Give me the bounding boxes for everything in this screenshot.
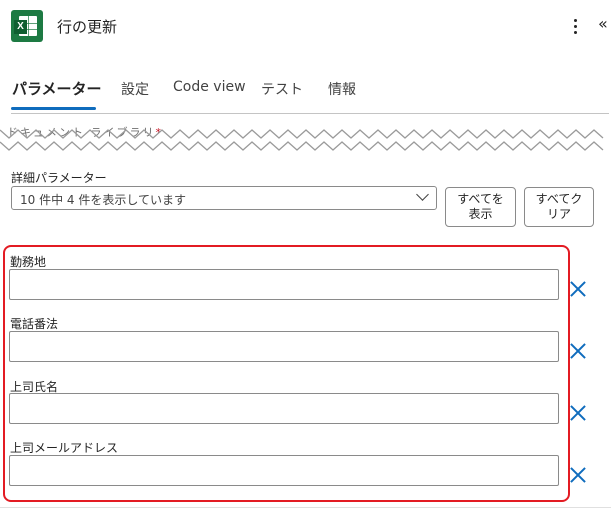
excel-letter: X	[14, 20, 27, 34]
phone-input[interactable]	[9, 331, 559, 362]
tab-test[interactable]: テスト	[261, 79, 303, 99]
clear-all-button[interactable]: すべてク リア	[524, 187, 594, 227]
work-location-input[interactable]	[9, 269, 559, 300]
tabs-divider	[11, 113, 609, 114]
advanced-parameters-label: 詳細パラメーター	[11, 171, 107, 185]
excel-icon: X	[11, 10, 43, 42]
active-tab-indicator	[11, 107, 96, 110]
tab-code-view[interactable]: Code view	[173, 79, 246, 95]
close-icon[interactable]	[570, 467, 586, 483]
tab-info[interactable]: 情報	[328, 79, 356, 99]
action-title: 行の更新	[57, 18, 118, 36]
chevron-down-icon	[416, 188, 429, 201]
tab-bar: パラメーター 設定 Code view テスト 情報	[0, 75, 611, 111]
torn-edge-divider	[0, 129, 604, 151]
double-chevron-icon[interactable]: «	[598, 14, 608, 33]
advanced-parameters-dropdown[interactable]: 10 件中 4 件を表示しています	[11, 186, 437, 210]
close-icon[interactable]	[570, 405, 586, 421]
advanced-parameters-value: 10 件中 4 件を表示しています	[20, 193, 186, 207]
more-vertical-icon[interactable]	[568, 14, 582, 38]
header: X 行の更新 «	[0, 0, 611, 52]
bottom-divider	[0, 507, 611, 508]
show-all-label-line2: 表示	[468, 207, 493, 221]
close-icon[interactable]	[570, 343, 586, 359]
close-icon[interactable]	[570, 281, 586, 297]
show-all-label-line1: すべてを	[457, 192, 504, 206]
field-label-phone: 電話番法	[10, 317, 59, 331]
clear-all-label-line2: リア	[546, 207, 571, 221]
manager-name-input[interactable]	[9, 393, 559, 424]
tab-settings[interactable]: 設定	[121, 79, 149, 99]
tab-parameters[interactable]: パラメーター	[12, 78, 102, 99]
show-all-button[interactable]: すべてを 表示	[445, 187, 516, 227]
clear-all-label-line1: すべてク	[535, 192, 583, 206]
field-label-work-location: 勤務地	[10, 255, 47, 269]
manager-email-input[interactable]	[9, 455, 559, 486]
field-label-manager-email: 上司メールアドレス	[10, 441, 119, 455]
